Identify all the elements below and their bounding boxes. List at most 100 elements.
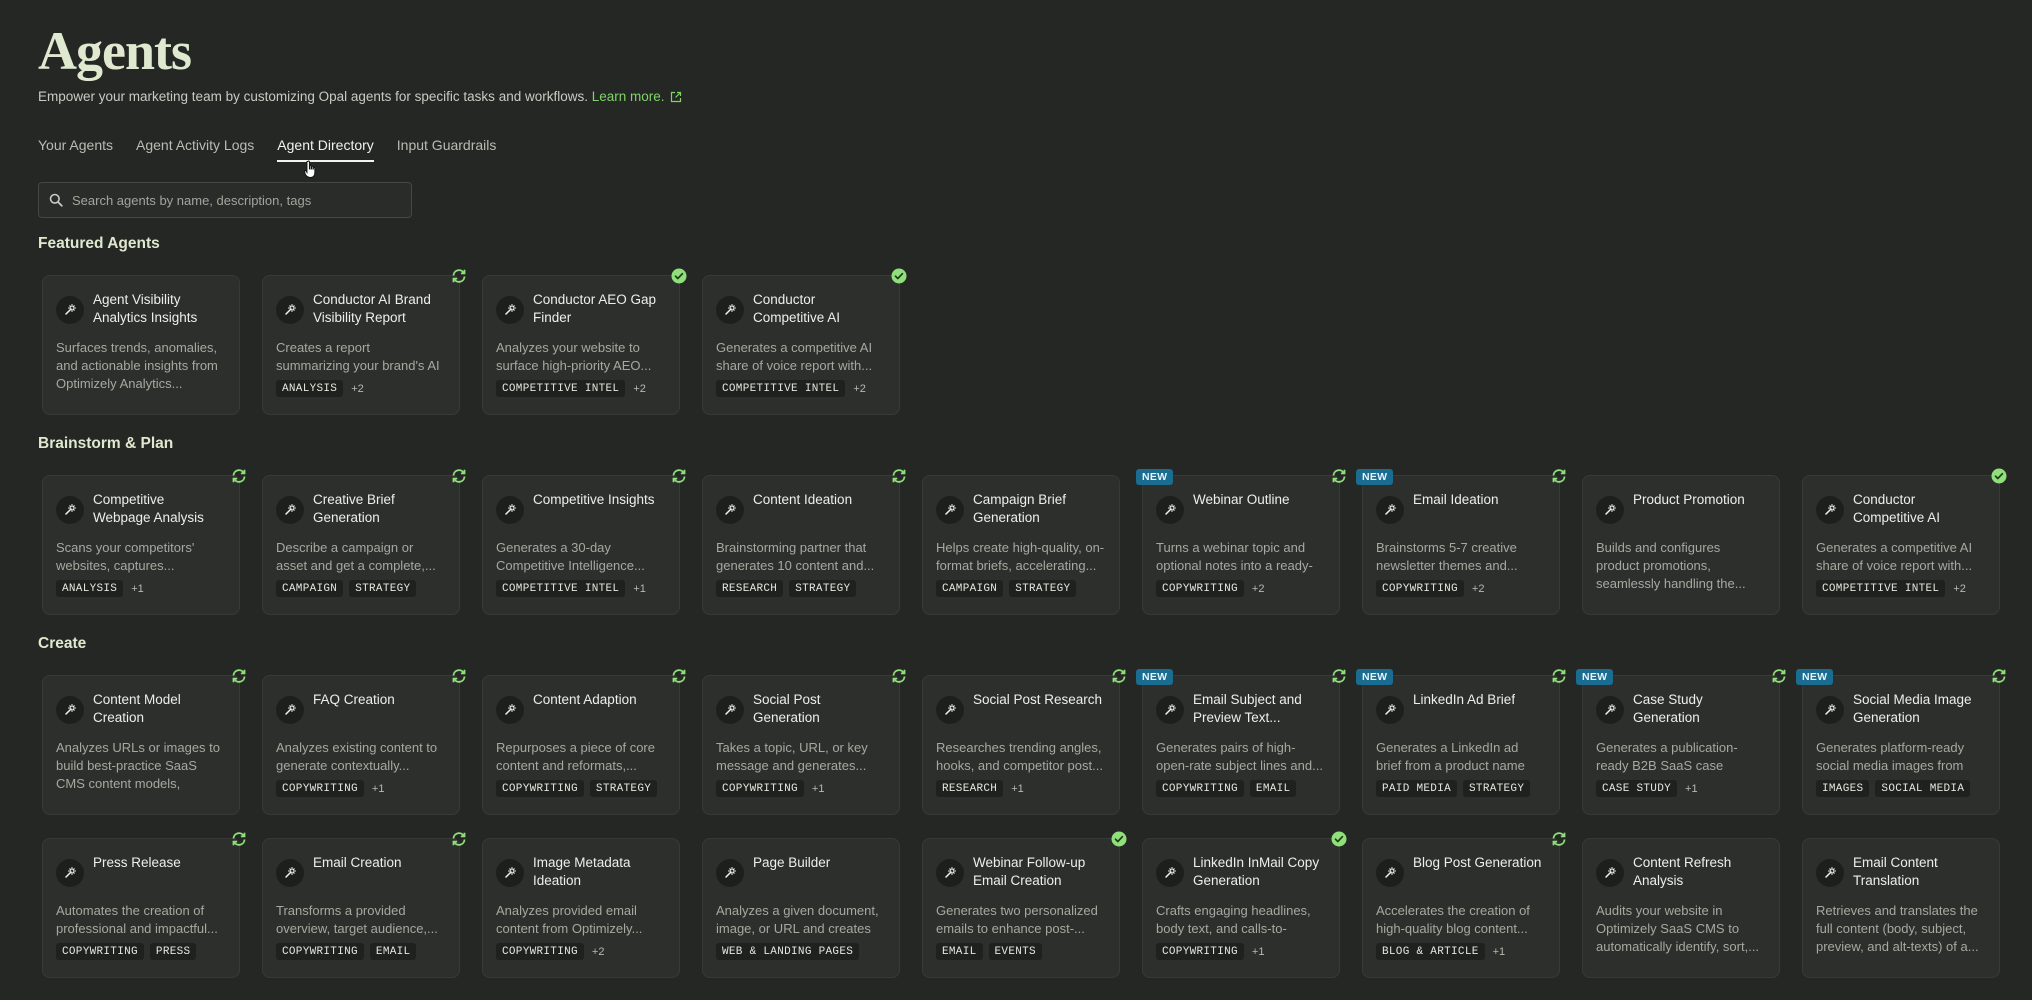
agent-card[interactable]: Social Post Generation Takes a topic, URL… bbox=[702, 669, 906, 815]
agent-card[interactable]: Image Metadata Ideation Analyzes provided… bbox=[482, 838, 680, 978]
agent-tags: COPYWRITING +2 bbox=[1156, 580, 1264, 597]
check-icon bbox=[891, 268, 907, 284]
new-badge: NEW bbox=[1356, 669, 1394, 685]
agent-card[interactable]: Email Content Translation Retrieves and t… bbox=[1802, 838, 2000, 978]
more-tags-count: +1 bbox=[811, 782, 825, 795]
agent-spark-icon bbox=[1156, 496, 1184, 524]
section-title-brainstorm-plan: Brainstorm & Plan bbox=[38, 435, 174, 452]
agent-card[interactable]: Product Promotion Builds and configures p… bbox=[1582, 475, 1780, 615]
subtitle-text: Empower your marketing team by customizi… bbox=[38, 89, 588, 104]
agent-description: Brainstorms 5-7 creative newsletter them… bbox=[1376, 540, 1518, 573]
agent-card[interactable]: Social Media Image Generation Generates p… bbox=[1796, 669, 2006, 815]
agent-card-header: Webinar Follow-up Email Creation bbox=[936, 854, 1105, 892]
agent-card[interactable]: Conductor AEO Gap Finder Analyzes your we… bbox=[482, 268, 687, 415]
new-badge: NEW bbox=[1576, 669, 1614, 685]
agent-card[interactable]: Content Model Creation Analyzes URLs or i… bbox=[42, 669, 246, 815]
agent-card-header: Conductor AI Brand Visibility Report bbox=[276, 291, 445, 329]
agent-tags: CAMPAIGN STRATEGY bbox=[276, 580, 417, 597]
agent-card[interactable]: Content Adaption Repurposes a piece of co… bbox=[482, 669, 686, 815]
agent-description: Generates two personalized emails to enh… bbox=[936, 903, 1098, 936]
agent-tag: COMPETITIVE INTEL bbox=[716, 380, 846, 397]
agent-card[interactable]: Conductor AI Brand Visibility Report Crea… bbox=[262, 269, 466, 415]
agent-card-header: Campaign Brief Generation bbox=[936, 491, 1105, 529]
agent-search[interactable] bbox=[38, 182, 412, 218]
new-badge: NEW bbox=[1796, 669, 1834, 685]
agent-tag: COMPETITIVE INTEL bbox=[1816, 580, 1946, 597]
agent-name: Content Refresh Analysis bbox=[1633, 855, 1732, 888]
sync-icon bbox=[892, 469, 906, 483]
agent-card[interactable]: Social Post Research Researches trending … bbox=[922, 669, 1126, 815]
new-badge: NEW bbox=[1136, 669, 1174, 685]
agent-card[interactable]: Email Subject and Preview Text... Generat… bbox=[1136, 669, 1346, 815]
agent-tag: COPYWRITING bbox=[1156, 580, 1244, 597]
agent-tag: COPYWRITING bbox=[496, 780, 584, 797]
agent-card[interactable]: Case Study Generation Generates a publica… bbox=[1576, 669, 1786, 815]
agent-card[interactable]: Creative Brief Generation Describe a camp… bbox=[262, 469, 466, 615]
agent-tags: COPYWRITING EMAIL bbox=[1156, 780, 1297, 797]
agent-tags: COMPETITIVE INTEL +2 bbox=[716, 380, 866, 397]
agent-card[interactable]: Email Ideation Brainstorms 5-7 creative n… bbox=[1356, 469, 1566, 615]
agent-card-header: Email Content Translation bbox=[1816, 854, 1985, 892]
check-icon bbox=[671, 268, 687, 284]
agent-card[interactable]: Campaign Brief Generation Helps create hi… bbox=[922, 475, 1120, 615]
agent-name: Press Release bbox=[93, 855, 181, 870]
agent-tags: RESEARCH STRATEGY bbox=[716, 580, 857, 597]
learn-more-link[interactable]: Learn more. bbox=[592, 89, 682, 104]
agent-spark-icon bbox=[1156, 859, 1184, 887]
agent-card[interactable]: Webinar Outline Turns a webinar topic and… bbox=[1136, 469, 1346, 615]
agent-card-header: FAQ Creation bbox=[276, 691, 445, 729]
agent-name: Social Media Image Generation bbox=[1853, 692, 1972, 725]
agent-tags: EMAIL EVENTS bbox=[936, 943, 1042, 960]
agent-card[interactable]: Webinar Follow-up Email Creation Generate… bbox=[922, 831, 1127, 978]
agent-card[interactable]: Content Ideation Brainstorming partner th… bbox=[702, 469, 906, 615]
section-title-featured-agents: Featured Agents bbox=[38, 235, 160, 252]
agent-name: Agent Visibility Analytics Insights bbox=[93, 292, 198, 325]
agent-description: Builds and configures product promotions… bbox=[1596, 540, 1746, 591]
agent-card[interactable]: Conductor Competitive AI Share... Generat… bbox=[1802, 468, 2007, 615]
more-tags-count: +2 bbox=[633, 382, 646, 395]
agent-card[interactable]: FAQ Creation Analyzes existing content to… bbox=[262, 669, 466, 815]
sync-icon bbox=[1332, 669, 1346, 683]
agent-name: Email Ideation bbox=[1413, 492, 1499, 507]
agent-card-header: Content Adaption bbox=[496, 691, 665, 729]
agent-tags: PAID MEDIA STRATEGY bbox=[1376, 780, 1531, 797]
agent-card-header: Agent Visibility Analytics Insights bbox=[56, 291, 225, 329]
agent-name: Campaign Brief Generation bbox=[973, 492, 1067, 525]
search-input[interactable] bbox=[72, 192, 392, 208]
agent-tag: COMPETITIVE INTEL bbox=[496, 380, 626, 397]
agent-name: Image Metadata Ideation bbox=[533, 855, 631, 888]
agent-name: Social Post Research bbox=[973, 692, 1103, 707]
agent-card[interactable]: LinkedIn Ad Brief Generates a LinkedIn ad… bbox=[1356, 669, 1566, 815]
agent-tags: ANALYSIS +1 bbox=[56, 580, 144, 597]
check-icon bbox=[1331, 831, 1347, 847]
agent-spark-icon bbox=[496, 859, 524, 887]
search-icon bbox=[49, 193, 63, 207]
agent-card[interactable]: Press Release Automates the creation of p… bbox=[42, 832, 246, 978]
agent-tags: WEB & LANDING PAGES bbox=[716, 943, 860, 960]
agent-card-row: Content Model Creation Analyzes URLs or i… bbox=[42, 669, 2006, 815]
agent-name: Social Post Generation bbox=[753, 692, 821, 725]
agent-card[interactable]: Blog Post Generation Accelerates the crea… bbox=[1362, 832, 1566, 978]
agent-tag: STRATEGY bbox=[1009, 580, 1077, 597]
agent-card[interactable]: Agent Visibility Analytics Insights Surfa… bbox=[42, 275, 240, 415]
agent-description: Turns a webinar topic and optional notes… bbox=[1156, 540, 1313, 573]
agent-description: Analyzes your website to surface high-pr… bbox=[496, 340, 652, 373]
tab-agent-activity-logs[interactable]: Agent Activity Logs bbox=[136, 137, 254, 162]
page-subtitle: Empower your marketing team by customizi… bbox=[38, 89, 682, 104]
agent-tag: COPYWRITING bbox=[496, 943, 584, 960]
agent-card[interactable]: LinkedIn InMail Copy Generation Crafts en… bbox=[1142, 831, 1347, 978]
agent-card-header: Competitive Webpage Analysis bbox=[56, 491, 225, 529]
agent-card[interactable]: Competitive Webpage Analysis Scans your c… bbox=[42, 469, 246, 615]
agent-spark-icon bbox=[56, 496, 84, 524]
agent-name: FAQ Creation bbox=[313, 692, 395, 707]
tab-your-agents[interactable]: Your Agents bbox=[38, 137, 113, 162]
agent-spark-icon bbox=[936, 696, 964, 724]
tab-input-guardrails[interactable]: Input Guardrails bbox=[397, 137, 497, 162]
agent-description: Generates platform-ready social media im… bbox=[1816, 740, 1965, 773]
tab-agent-directory[interactable]: Agent Directory bbox=[277, 137, 374, 162]
agent-card[interactable]: Conductor Competitive AI Share... Generat… bbox=[702, 268, 907, 415]
agent-card[interactable]: Content Refresh Analysis Audits your webs… bbox=[1582, 838, 1780, 978]
agent-card[interactable]: Competitive Insights Generates a 30-day C… bbox=[482, 469, 686, 615]
agent-card[interactable]: Email Creation Transforms a provided over… bbox=[262, 832, 466, 978]
agent-card[interactable]: Page Builder Analyzes a given document, i… bbox=[702, 838, 900, 978]
